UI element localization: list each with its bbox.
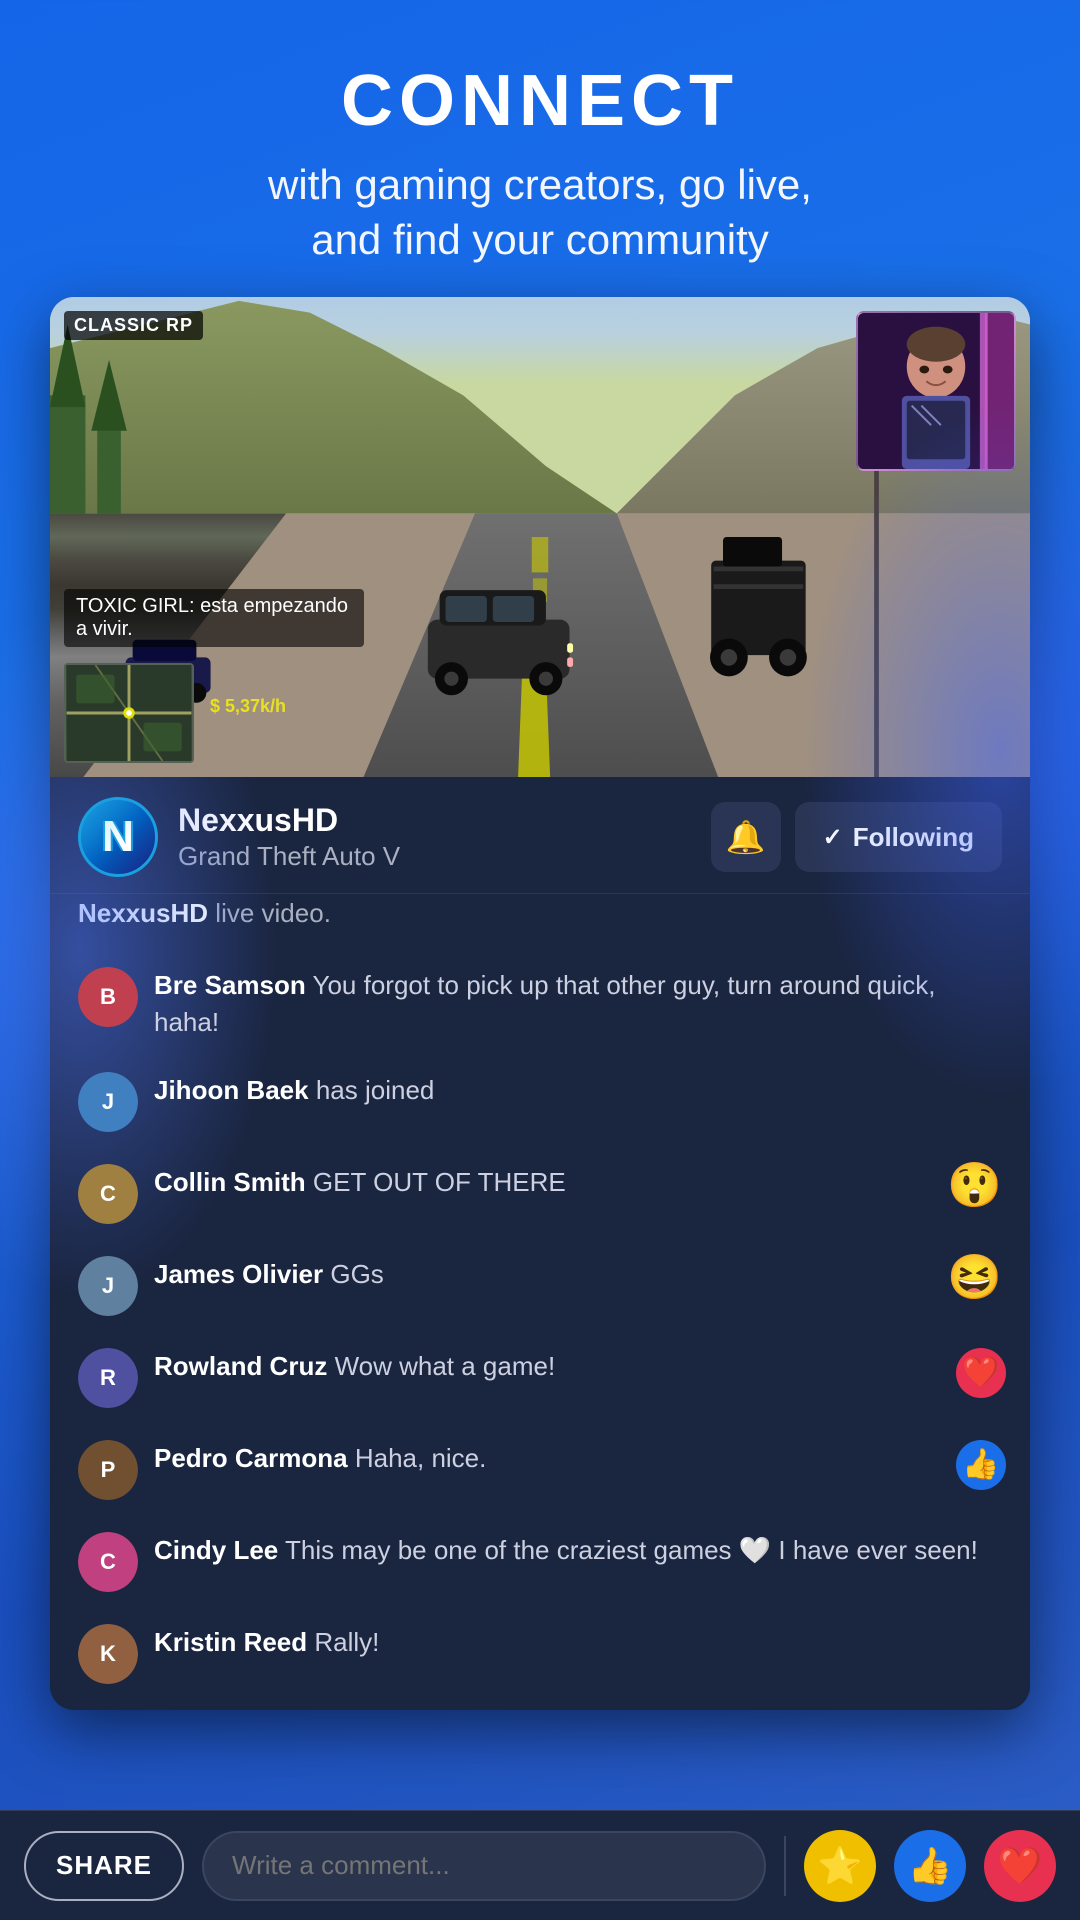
comment-text: Collin Smith GET OUT OF THERE [154,1164,1002,1200]
stream-actions: 🔔 ✓ Following [711,802,1002,872]
comment-author: Cindy Lee [154,1535,278,1565]
comment-body: has joined [316,1075,435,1105]
reaction-emoji: ❤️ [956,1348,1006,1398]
comment-body: This may be one of the craziest games 🤍 … [285,1535,978,1565]
person-svg [858,313,1014,469]
comment-input[interactable] [202,1831,766,1901]
check-icon: ✓ [823,823,843,852]
comment-item: R Rowland Cruz Wow what a game! ❤️ [50,1332,1030,1424]
game-label: CLASSIC RP [64,311,203,340]
star-icon: ⭐ [818,1845,863,1887]
comment-body: GET OUT OF THERE [313,1167,566,1197]
comment-body: Rally! [314,1627,379,1657]
stream-card: CLASSIC RP [50,297,1030,1710]
heart-icon: ❤️ [998,1845,1043,1887]
comment-author: Pedro Carmona [154,1443,348,1473]
divider [784,1836,786,1896]
reaction-emoji: 😆 [947,1256,1002,1300]
like-button[interactable]: 👍 [894,1830,966,1902]
comment-text: Kristin Reed Rally! [154,1624,1002,1660]
comment-item: B Bre Samson You forgot to pick up that … [50,951,1030,1056]
avatar: C [78,1532,138,1592]
comment-item: C Cindy Lee This may be one of the crazi… [50,1516,1030,1608]
following-button[interactable]: ✓ Following [795,802,1002,872]
comment-item: C Collin Smith GET OUT OF THERE 😲 [50,1148,1030,1240]
speed-display: $ 5,37k/h [210,696,286,717]
avatar-circle: J [78,1072,138,1132]
comment-author: Rowland Cruz [154,1351,327,1381]
avatar: B [78,967,138,1027]
comment-item: J James Olivier GGs 😆 [50,1240,1030,1332]
main-subtitle: with gaming creators, go live,and find y… [40,158,1040,267]
comment-text: Bre Samson You forgot to pick up that ot… [154,967,1002,1040]
game-subtitles: TOXIC GIRL: esta empezando a vivir. [64,589,364,647]
reaction-emoji: 👍 [956,1440,1006,1490]
comment-text: Cindy Lee This may be one of the crazies… [154,1532,1002,1568]
streamer-name-inline: NexxusHD [78,898,208,928]
comment-author: James Olivier [154,1259,323,1289]
game-title: Grand Theft Auto V [178,841,691,872]
avatar-circle: C [78,1164,138,1224]
comment-item: P Pedro Carmona Haha, nice. 👍 [50,1424,1030,1516]
webcam-person [858,313,1014,469]
avatar: J [78,1072,138,1132]
comment-text: Pedro Carmona Haha, nice. [154,1440,1002,1476]
game-screenshot[interactable]: CLASSIC RP [50,297,1030,777]
following-label: Following [853,822,974,853]
comment-item: J Jihoon Baek has joined [50,1056,1030,1148]
comment-text: James Olivier GGs [154,1256,1002,1292]
like-icon: 👍 [908,1845,953,1887]
bottom-action-bar: SHARE ⭐ 👍 ❤️ [0,1810,1080,1920]
header-section: CONNECT with gaming creators, go live,an… [0,0,1080,297]
avatar-circle: B [78,967,138,1027]
comment-item: K Kristin Reed Rally! [50,1608,1030,1700]
avatar-circle: R [78,1348,138,1408]
star-button[interactable]: ⭐ [804,1830,876,1902]
avatar: J [78,1256,138,1316]
stream-details: NexxusHD Grand Theft Auto V [178,802,691,872]
streamer-name: NexxusHD [178,802,691,839]
minimap [64,663,194,763]
main-title: CONNECT [40,60,1040,142]
avatar-circle: C [78,1532,138,1592]
comment-author: Kristin Reed [154,1627,307,1657]
comment-author: Bre Samson [154,970,306,1000]
avatar: P [78,1440,138,1500]
avatar-circle: P [78,1440,138,1500]
stream-info-bar: NexxusHD Grand Theft Auto V 🔔 ✓ Followin… [50,777,1030,894]
comment-author: Jihoon Baek [154,1075,309,1105]
comment-body: Haha, nice. [355,1443,487,1473]
live-text: NexxusHD live video. [50,894,1030,941]
comment-text: Rowland Cruz Wow what a game! [154,1348,1002,1384]
live-text-content: live video. [215,898,331,928]
heart-button[interactable]: ❤️ [984,1830,1056,1902]
bell-icon: 🔔 [726,818,766,856]
reaction-emoji: 😲 [947,1164,1002,1208]
comment-body: Wow what a game! [335,1351,556,1381]
avatar: R [78,1348,138,1408]
notification-bell-button[interactable]: 🔔 [711,802,781,872]
comment-author: Collin Smith [154,1167,306,1197]
avatar: K [78,1624,138,1684]
minimap-svg [66,665,192,761]
streamer-avatar [78,797,158,877]
webcam-overlay [856,311,1016,471]
minimap-content [66,665,192,761]
share-button[interactable]: SHARE [24,1831,184,1901]
avatar-circle: K [78,1624,138,1684]
comment-body: GGs [330,1259,383,1289]
avatar: C [78,1164,138,1224]
comments-section: B Bre Samson You forgot to pick up that … [50,941,1030,1710]
comment-text: Jihoon Baek has joined [154,1072,1002,1108]
avatar-circle: J [78,1256,138,1316]
